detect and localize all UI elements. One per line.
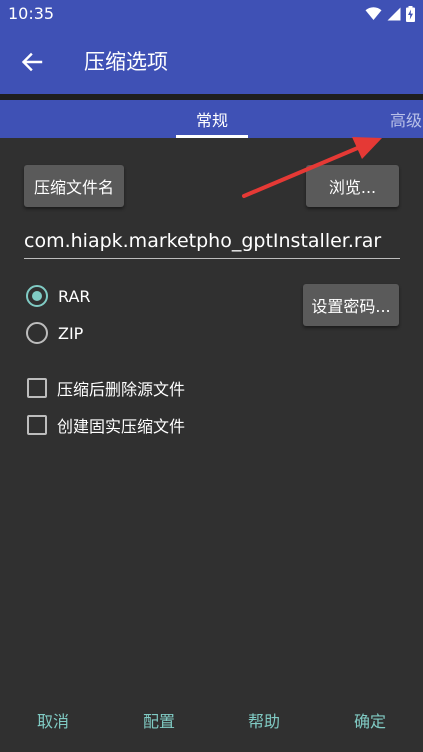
checkbox-box[interactable] [27, 378, 47, 398]
checkbox-delete-source[interactable]: 压缩后删除源文件 [27, 376, 185, 400]
radio-rar-label: RAR [58, 286, 91, 306]
archive-name-button[interactable]: 压缩文件名 [24, 165, 124, 207]
checkbox-solid-archive-label: 创建固实压缩文件 [57, 417, 186, 436]
back-button[interactable] [14, 44, 50, 80]
checkbox-delete-source-label: 压缩后删除源文件 [57, 380, 186, 399]
status-icons [365, 5, 415, 23]
compression-options-screen: 10:35 压缩选项 常规 高级 压缩文件名 浏览... com.hiapk.m… [0, 0, 423, 752]
ok-button[interactable]: 确定 [339, 706, 401, 734]
checkbox-solid-archive[interactable]: 创建固实压缩文件 [27, 413, 185, 437]
wifi-icon [365, 7, 382, 20]
radio-button-unchecked[interactable] [26, 322, 48, 344]
radio-zip-label: ZIP [58, 323, 84, 343]
browse-button[interactable]: 浏览... [306, 165, 399, 207]
checkbox-box[interactable] [27, 415, 47, 435]
tab-bar: 常规 高级 [0, 100, 423, 138]
status-time: 10:35 [8, 4, 55, 23]
app-bar: 压缩选项 [0, 28, 423, 94]
status-bar: 10:35 [0, 0, 423, 28]
radio-rar[interactable]: RAR [26, 283, 91, 309]
tab-advanced[interactable]: 高级 [378, 100, 423, 138]
help-button[interactable]: 帮助 [233, 706, 295, 734]
page-title: 压缩选项 [84, 50, 168, 74]
tab-indicator [176, 135, 248, 138]
config-button[interactable]: 配置 [128, 706, 190, 734]
radio-zip[interactable]: ZIP [26, 320, 83, 346]
archive-filename-field[interactable] [24, 224, 400, 259]
arrow-left-icon [21, 52, 43, 72]
signal-icon [387, 7, 401, 21]
set-password-button[interactable]: 设置密码... [303, 284, 399, 326]
tab-general[interactable]: 常规 [176, 100, 248, 138]
cancel-button[interactable]: 取消 [22, 706, 84, 734]
radio-dot [32, 291, 42, 301]
battery-charging-icon [406, 6, 415, 22]
radio-button-checked[interactable] [26, 285, 48, 307]
